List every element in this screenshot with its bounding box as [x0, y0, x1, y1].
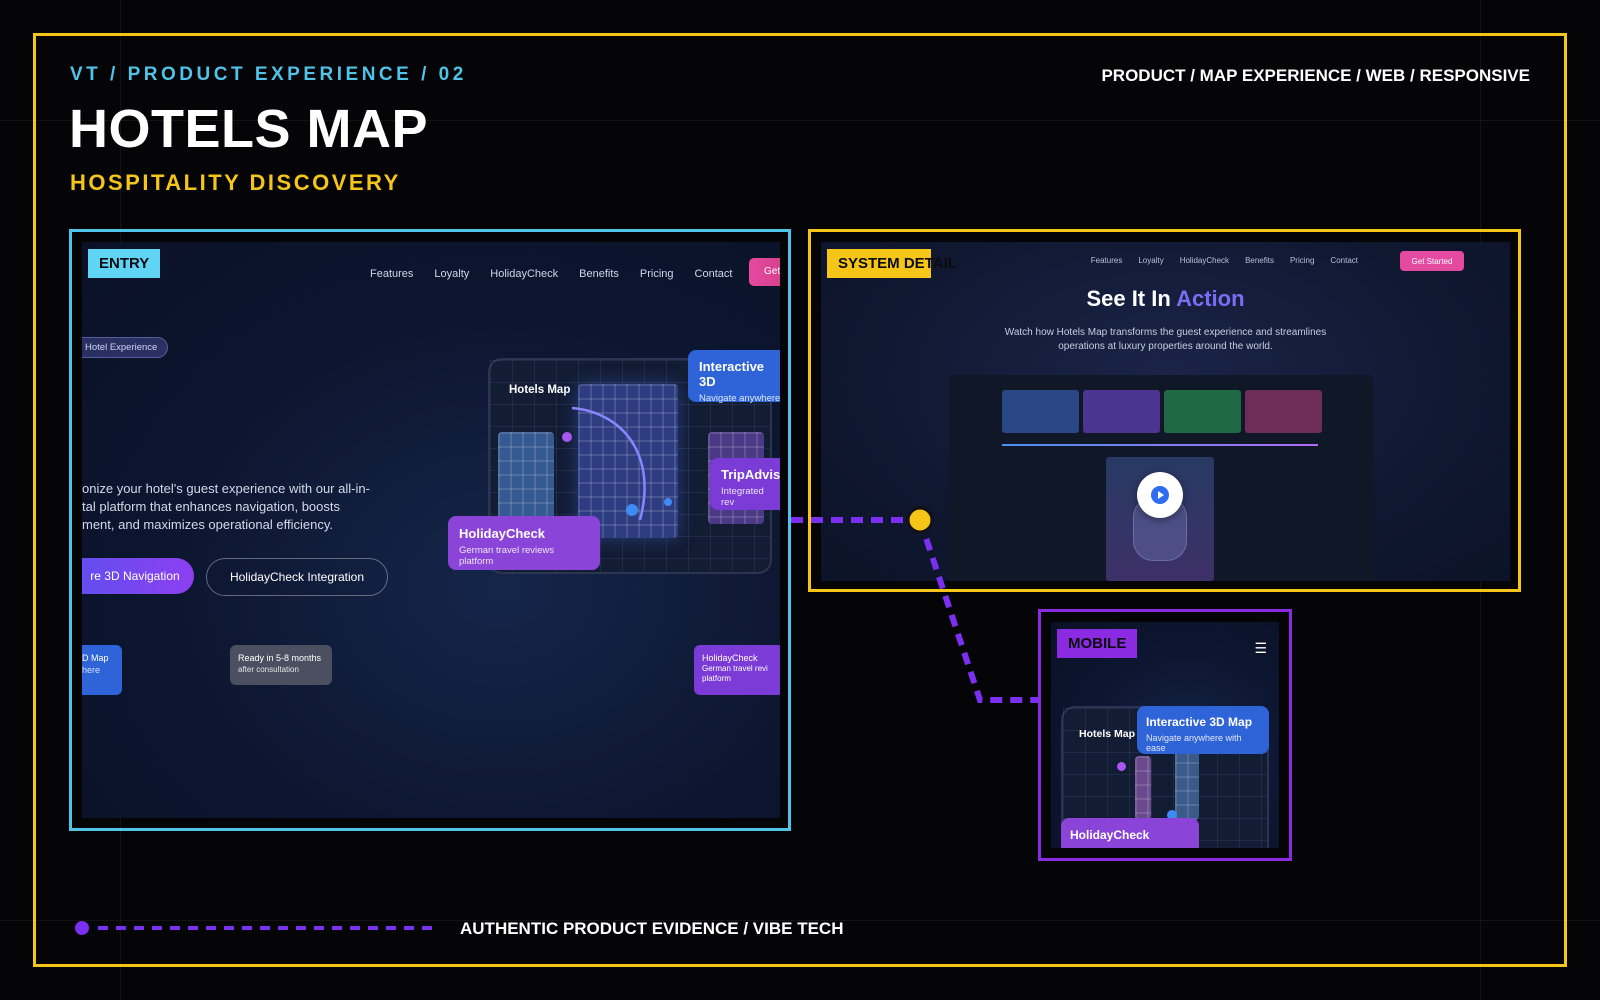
card-holidaycheck: HolidayCheck German travel reviews platf… [448, 516, 600, 570]
feature-tile[interactable] [1083, 390, 1160, 433]
section-description: Watch how Hotels Map transforms the gues… [991, 326, 1340, 354]
nav-item-benefits[interactable]: Benefits [1245, 256, 1274, 265]
heading-plain: See It In [1086, 286, 1177, 311]
system-detail-tag: SYSTEM DETAIL [827, 249, 957, 278]
mini-card-line: platform [702, 674, 731, 683]
system-detail-panel: SYSTEM DETAIL Features Loyalty HolidayCh… [808, 229, 1521, 592]
nav-item-holidaycheck[interactable]: HolidayCheck [490, 268, 558, 280]
phone-preview [1106, 457, 1214, 581]
hamburger-menu-icon[interactable]: ☰ [1254, 640, 1267, 657]
section-heading: See It In Action [821, 286, 1510, 312]
card-interactive-3d: Interactive 3D Map Navigate anywhere wit… [1137, 706, 1269, 754]
building-block [1135, 756, 1151, 820]
nav-item-loyalty[interactable]: Loyalty [434, 268, 469, 280]
feature-tile[interactable] [1002, 390, 1079, 433]
nav-item-loyalty[interactable]: Loyalty [1138, 256, 1163, 265]
card-title: HolidayCheck [459, 526, 545, 541]
explore-3d-navigation-button[interactable]: re 3D Navigation [82, 558, 194, 594]
meta-label: PRODUCT / MAP EXPERIENCE / WEB / RESPONS… [1101, 66, 1530, 85]
card-subtitle: Navigate anywhere with ease [1146, 733, 1242, 753]
mini-card-line: D Map [82, 653, 109, 663]
mobile-panel: MOBILE ☰ Hotels Map Interactive 3D Map N… [1038, 609, 1292, 861]
mini-card-ready: Ready in 5-8 months after consultation [230, 645, 332, 685]
heading-accent: Action [1176, 286, 1245, 311]
video-progress[interactable] [1002, 444, 1318, 446]
description-line: operations at luxury properties around t… [1058, 341, 1273, 352]
card-title: Interactive 3D Map [1146, 715, 1253, 729]
play-icon [1151, 486, 1169, 504]
eyebrow-label: VT / PRODUCT EXPERIENCE / 02 [70, 64, 467, 85]
device-label: Hotels Map [1079, 728, 1136, 740]
map-marker [562, 432, 572, 442]
hotel-experience-pill: Hotel Experience [82, 337, 169, 358]
nav-item-pricing[interactable]: Pricing [640, 268, 674, 280]
description-line: Watch how Hotels Map transforms the gues… [1004, 327, 1327, 338]
slide-canvas: VT / PRODUCT EXPERIENCE / 02 PRODUCT / M… [0, 0, 1600, 1000]
card-tripadvisor: TripAdvis Integrated rev [710, 458, 780, 510]
mini-card-holidaycheck: HolidayCheck German travel revi platform [694, 645, 780, 695]
mobile-tag: MOBILE [1057, 629, 1138, 658]
button-label: re 3D Navigation [90, 569, 180, 583]
card-title: HolidayCheck [1070, 828, 1150, 842]
entry-nav: Features Loyalty HolidayCheck Benefits P… [370, 268, 732, 280]
page-subtitle: HOSPITALITY DISCOVERY [70, 170, 401, 195]
nav-item-benefits[interactable]: Benefits [579, 268, 619, 280]
get-started-button[interactable]: Get [749, 258, 780, 286]
card-interactive-3d: Interactive 3D Navigate anywhere [688, 350, 780, 404]
page-title: HOTELS MAP [69, 99, 429, 159]
hero-line: onize your hotel's guest experience with… [82, 481, 370, 496]
card-holidaycheck: HolidayCheck [1061, 818, 1199, 848]
nav-item-contact[interactable]: Contact [695, 268, 733, 280]
map-marker [626, 504, 638, 516]
hero-line: tal platform that enhances navigation, b… [82, 499, 340, 514]
entry-panel: ENTRY Features Loyalty HolidayCheck Bene… [69, 229, 791, 831]
nav-item-holidaycheck[interactable]: HolidayCheck [1180, 256, 1229, 265]
holidaycheck-integration-button[interactable]: HolidayCheck Integration [206, 558, 388, 596]
mini-card-line: here [82, 665, 101, 675]
hero-line: ment, and maximizes operational efficien… [82, 517, 333, 532]
nav-item-features[interactable]: Features [1091, 256, 1123, 265]
card-title: TripAdvis [721, 467, 780, 482]
video-showcase [949, 375, 1373, 581]
play-button[interactable] [1137, 472, 1183, 518]
mini-card-line: HolidayCheck [702, 653, 758, 663]
mini-card-line: German travel revi [702, 664, 768, 673]
entry-screenshot: ENTRY Features Loyalty HolidayCheck Bene… [82, 242, 780, 818]
get-started-button[interactable]: Get Started [1400, 251, 1464, 271]
card-title: Interactive 3D [699, 359, 765, 389]
system-screenshot: SYSTEM DETAIL Features Loyalty HolidayCh… [821, 242, 1510, 581]
card-subtitle: Navigate anywhere [699, 393, 780, 404]
card-subtitle: German travel reviews platform [459, 545, 555, 567]
map-marker [1117, 762, 1126, 771]
nav-item-pricing[interactable]: Pricing [1290, 256, 1314, 265]
mobile-screenshot: MOBILE ☰ Hotels Map Interactive 3D Map N… [1051, 622, 1279, 848]
mini-card-line: Ready in 5-8 months [238, 653, 322, 663]
nav-item-features[interactable]: Features [370, 268, 413, 280]
mini-card-line: after consultation [238, 665, 299, 674]
feature-tile[interactable] [1245, 390, 1322, 433]
hero-description: onize your hotel's guest experience with… [82, 480, 402, 534]
nav-item-contact[interactable]: Contact [1330, 256, 1358, 265]
map-marker [664, 498, 672, 506]
footer-label: AUTHENTIC PRODUCT EVIDENCE / VIBE TECH [460, 919, 844, 938]
mini-card-3d-map: D Map here [82, 645, 122, 695]
entry-tag: ENTRY [88, 249, 161, 278]
building-block [1175, 748, 1199, 820]
card-subtitle: Integrated rev [721, 486, 764, 508]
feature-tile[interactable] [1164, 390, 1241, 433]
system-nav: Features Loyalty HolidayCheck Benefits P… [1091, 256, 1358, 265]
